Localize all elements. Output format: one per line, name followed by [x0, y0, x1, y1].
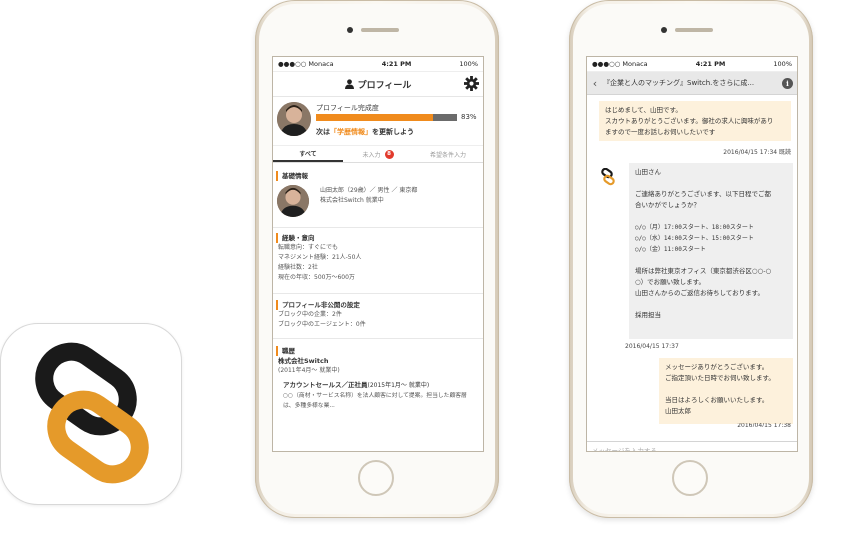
section-experience[interactable]: 経験・意向 転職意向：すぐにでも マネジメント経験：21人-50人 経験社数：2… [273, 233, 483, 283]
message-timestamp: 2016/04/15 17:34 既読 [723, 149, 791, 156]
info-icon[interactable]: i [782, 77, 793, 89]
home-button[interactable] [358, 460, 394, 496]
message-timestamp: 2016/04/15 17:37 [625, 343, 679, 350]
chat-screen: ●●●○○ Monaca 4:21 PM 100% ‹ 『企業と人のマッチング』… [586, 56, 798, 452]
message-bubble-received: 山田さん ご連絡ありがとうございます、以下日程でご都 合いかがでしょうか？ ○/… [629, 163, 793, 339]
update-hint[interactable]: 次は「学歴情報」を更新しよう [316, 127, 414, 137]
tab-preferences[interactable]: 希望条件入力 [413, 146, 483, 162]
experience-line: 経験社数：2社 [278, 264, 318, 271]
section-title: 基礎情報 [276, 171, 483, 181]
phone-frame-profile: ●●●○○ Monaca 4:21 PM 100% プロフィール プロフィール完… [255, 0, 499, 518]
privacy-line: ブロック中の企業：2件 [278, 311, 342, 318]
company-logo-icon [601, 168, 615, 186]
career-company: 株式会社Switch [278, 357, 329, 365]
battery-label: 100% [459, 60, 478, 68]
section-title: 職歴 [276, 346, 483, 356]
divider [273, 293, 483, 294]
back-chevron-icon[interactable]: ‹ [587, 77, 603, 90]
nav-bar: プロフィール [273, 72, 483, 97]
experience-line: 現在の年収：500万〜600万 [278, 274, 355, 281]
battery-label: 100% [773, 60, 792, 68]
career-period: (2011年4月〜 就業中) [278, 367, 340, 374]
app-icon [0, 323, 182, 505]
carrier-label: ●●●○○ Monaca [278, 60, 334, 68]
section-privacy[interactable]: プロフィール非公開の設定 ブロック中の企業：2件 ブロック中のエージェント：0件 [273, 300, 483, 330]
clock: 4:21 PM [381, 60, 412, 68]
completion-progress-bar [316, 114, 457, 121]
gear-icon[interactable] [464, 76, 479, 91]
experience-line: マネジメント経験：21人-50人 [278, 254, 362, 261]
switch-logo-icon [35, 342, 149, 484]
tab-bar: すべて 未入力 8 希望条件入力 [273, 146, 483, 163]
completion-label: プロフィール完成度 [316, 104, 379, 112]
update-highlight: 「学歴情報」 [330, 128, 372, 136]
message-bubble-sent: メッセージありがとうございます。 ご指定頂いた日時でお伺い致します。 当日はよろ… [659, 358, 793, 424]
status-bar: ●●●○○ Monaca 4:21 PM 100% [273, 57, 483, 72]
career-position-period: (2015年1月〜 就業中) [367, 382, 430, 389]
chat-title: 『企業と人のマッチング』Switch.をさらに成... [603, 79, 755, 87]
person-icon [344, 79, 354, 89]
avatar [277, 185, 309, 217]
divider [273, 227, 483, 228]
profile-completion: プロフィール完成度 83% 次は「学歴情報」を更新しよう [273, 97, 483, 146]
message-timestamp: 2016/04/15 17:38 [737, 423, 791, 427]
section-career[interactable]: 職歴 株式会社Switch (2011年4月〜 就業中) アカウントセールス／正… [273, 346, 483, 411]
speaker-grille [361, 28, 399, 32]
status-bar: ●●●○○ Monaca 4:21 PM 100% [587, 57, 797, 72]
camera-icon [347, 27, 353, 33]
chat-nav-bar: ‹ 『企業と人のマッチング』Switch.をさらに成... i [587, 72, 797, 95]
tab-not-entered[interactable]: 未入力 8 [343, 146, 413, 162]
career-description: は、多種多様な業... [283, 403, 335, 409]
career-position: アカウントセールス／正社員 [283, 381, 368, 389]
experience-line: 転職意向：すぐにでも [278, 244, 339, 251]
page-title: プロフィール [357, 80, 412, 91]
tab-all[interactable]: すべて [273, 146, 343, 162]
basic-info-line: 山田太郎（29歳）／ 男性 ／ 東京都 [320, 187, 418, 194]
phone-frame-chat: ●●●○○ Monaca 4:21 PM 100% ‹ 『企業と人のマッチング』… [569, 0, 813, 518]
clock: 4:21 PM [695, 60, 726, 68]
privacy-line: ブロック中のエージェント：0件 [278, 321, 366, 328]
speaker-grille [675, 28, 713, 32]
count-badge: 8 [384, 149, 394, 159]
avatar [277, 102, 311, 136]
divider [273, 338, 483, 339]
section-basic-info[interactable]: 基礎情報 [273, 171, 483, 181]
carrier-label: ●●●○○ Monaca [592, 60, 648, 68]
message-bubble-sent: はじめまして、山田です。 スカウトありがとうございます。御社の求人に興味があり … [599, 101, 791, 141]
completion-percent: 83% [461, 113, 477, 121]
profile-screen: ●●●○○ Monaca 4:21 PM 100% プロフィール プロフィール完… [272, 56, 484, 452]
section-title: プロフィール非公開の設定 [276, 300, 483, 310]
message-input[interactable]: メッセージを入力する [587, 441, 797, 451]
section-title: 経験・意向 [276, 233, 483, 243]
career-description: ○○（商材・サービス名称）を法人顧客に対して提案。担当した顧客層 [283, 393, 467, 399]
basic-info-line: 株式会社Switch 就業中 [320, 197, 384, 204]
home-button[interactable] [672, 460, 708, 496]
camera-icon [661, 27, 667, 33]
